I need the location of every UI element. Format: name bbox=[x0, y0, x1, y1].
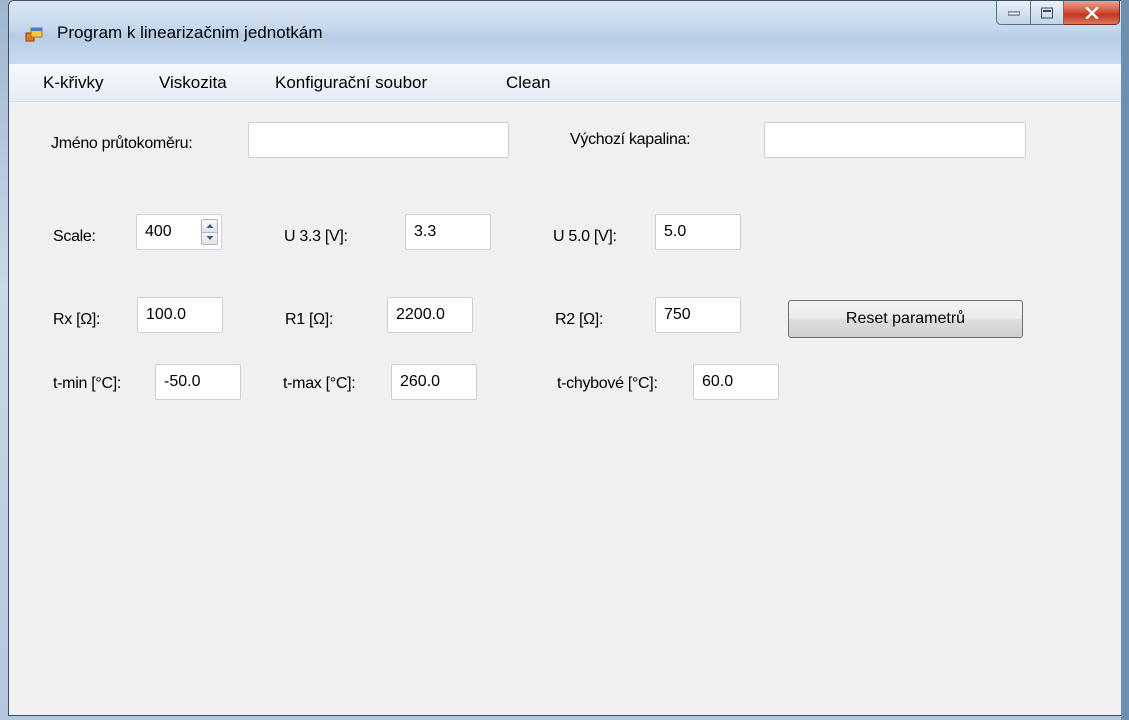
u33-input[interactable]: 3.3 bbox=[405, 214, 491, 250]
app-window-icon bbox=[25, 26, 43, 44]
rx-label: Rx [Ω]: bbox=[53, 311, 101, 328]
default-liquid-input[interactable] bbox=[764, 122, 1026, 158]
u33-label: U 3.3 [V]: bbox=[284, 228, 348, 245]
scale-up-button[interactable] bbox=[201, 219, 218, 233]
menu-bar: K-křivky Viskozita Konfigurační soubor C… bbox=[9, 64, 1128, 102]
maximize-button[interactable] bbox=[1031, 1, 1064, 25]
arrow-down-icon bbox=[206, 236, 213, 241]
window-title: Program k linearizačnim jednotkám bbox=[57, 23, 323, 42]
rx-input[interactable]: 100.0 bbox=[137, 297, 223, 333]
default-liquid-label: Výchozí kapalina: bbox=[570, 131, 691, 148]
u50-label: U 5.0 [V]: bbox=[553, 228, 617, 245]
menu-k-krivky[interactable]: K-křivky bbox=[43, 73, 103, 93]
form-area: Jméno průtokoměru: Výchozí kapalina: Sca… bbox=[9, 102, 1128, 715]
terr-label: t-chybové [°C]: bbox=[557, 375, 658, 392]
scale-label: Scale: bbox=[53, 228, 96, 245]
tmin-input[interactable]: -50.0 bbox=[155, 364, 241, 400]
tmax-input[interactable]: 260.0 bbox=[391, 364, 477, 400]
tmax-label: t-max [°C]: bbox=[283, 375, 356, 392]
maximize-icon bbox=[1041, 7, 1053, 18]
r1-label: R1 [Ω]: bbox=[285, 311, 334, 328]
r1-input[interactable]: 2200.0 bbox=[387, 297, 473, 333]
window-controls bbox=[996, 1, 1120, 25]
scale-value: 400 bbox=[145, 223, 172, 240]
close-button[interactable] bbox=[1064, 1, 1120, 25]
r2-label: R2 [Ω]: bbox=[555, 311, 604, 328]
scale-spin-buttons bbox=[201, 219, 218, 245]
title-bar[interactable]: Program k linearizačnim jednotkám bbox=[9, 1, 1128, 64]
r2-input[interactable]: 750 bbox=[655, 297, 741, 333]
arrow-up-icon bbox=[206, 223, 213, 228]
minimize-button[interactable] bbox=[996, 1, 1031, 25]
window-border-right bbox=[1121, 0, 1129, 720]
close-icon bbox=[1085, 6, 1098, 19]
u50-input[interactable]: 5.0 bbox=[655, 214, 741, 250]
scale-stepper[interactable]: 400 bbox=[136, 214, 222, 250]
main-window: Program k linearizačnim jednotkám K-křiv… bbox=[8, 0, 1129, 716]
menu-clean[interactable]: Clean bbox=[506, 73, 550, 93]
terr-input[interactable]: 60.0 bbox=[693, 364, 779, 400]
flowmeter-name-label: Jméno průtokoměru: bbox=[51, 135, 193, 152]
menu-viskozita[interactable]: Viskozita bbox=[159, 73, 227, 93]
flowmeter-name-input[interactable] bbox=[248, 122, 509, 158]
minimize-icon bbox=[1007, 11, 1020, 15]
reset-parameters-button[interactable]: Reset parametrů bbox=[788, 300, 1023, 338]
menu-konfiguracni-soubor[interactable]: Konfigurační soubor bbox=[275, 73, 427, 93]
scale-down-button[interactable] bbox=[201, 232, 218, 245]
tmin-label: t-min [°C]: bbox=[53, 375, 121, 392]
